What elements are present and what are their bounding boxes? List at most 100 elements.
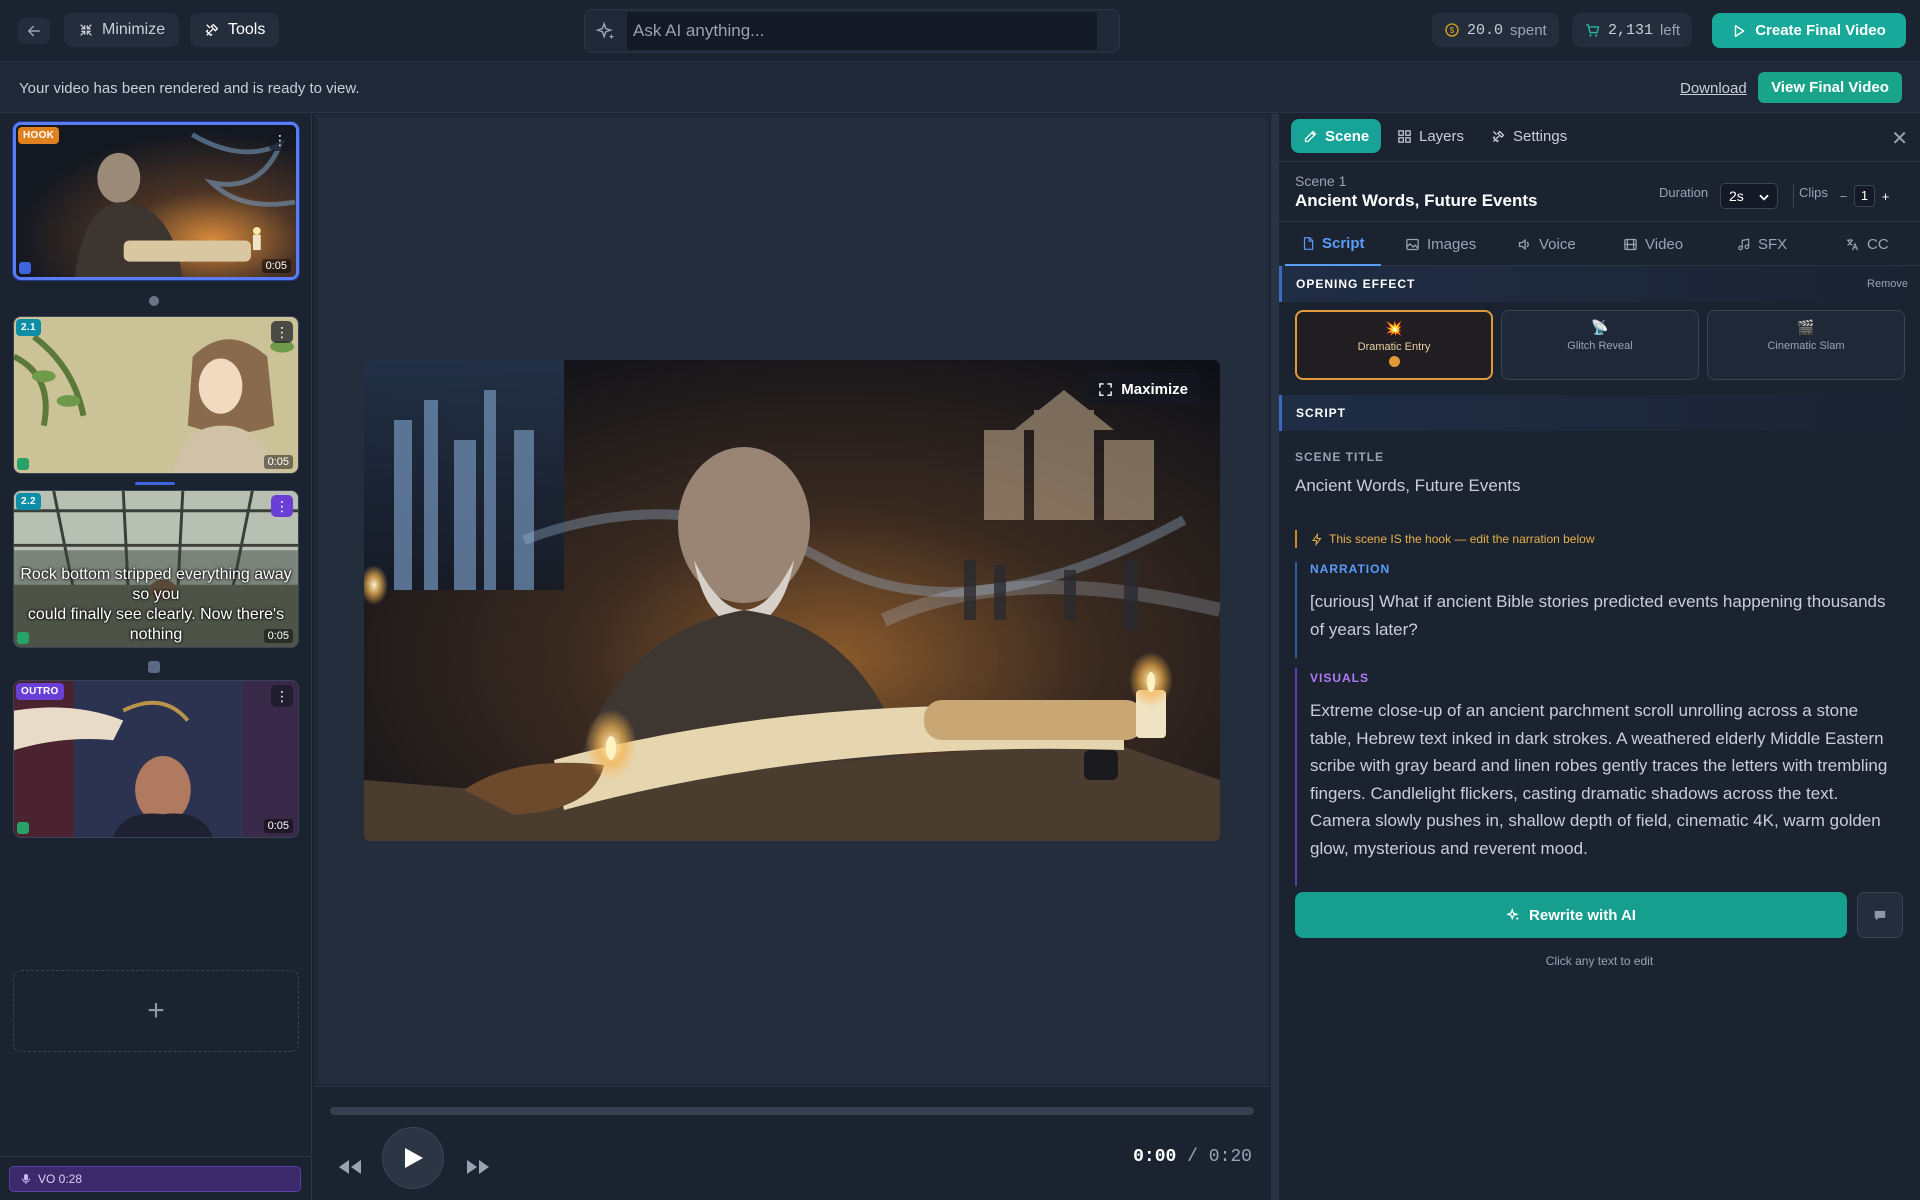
clips-increment-button[interactable]: + xyxy=(1875,189,1896,204)
rewind-icon[interactable] xyxy=(338,1159,362,1175)
tools-button[interactable]: Tools xyxy=(190,13,280,47)
effect-glitch-reveal[interactable]: 📡 Glitch Reveal xyxy=(1501,310,1699,380)
scene-thumbnail-2-1[interactable]: 2.1 ⋮ 0:05 xyxy=(13,316,299,474)
content-subtabs: Script Images Voice Video SFX CC xyxy=(1279,222,1920,266)
remove-effect-button[interactable]: Remove xyxy=(1867,278,1908,290)
close-icon[interactable]: ✕ xyxy=(1891,126,1908,151)
clips-decrement-button[interactable]: − xyxy=(1833,189,1854,204)
script-title: SCRIPT xyxy=(1296,406,1347,420)
tab-layers[interactable]: Layers xyxy=(1385,119,1476,153)
cart-icon xyxy=(1584,22,1601,39)
subtab-sfx-label: SFX xyxy=(1758,235,1788,253)
scene-editor-panel: Scene Layers Settings ✕ Scene 1 Ancient … xyxy=(1279,114,1920,1200)
subtab-images[interactable]: Images xyxy=(1405,222,1476,266)
effect-label: Dramatic Entry xyxy=(1357,341,1431,353)
spent-value: 20.0 xyxy=(1467,21,1504,39)
narration-text[interactable]: [curious] What if ancient Bible stories … xyxy=(1310,588,1895,643)
voiceover-track[interactable]: VO 0:28 xyxy=(9,1166,301,1192)
sparkle-icon xyxy=(1506,907,1521,923)
transition-icon[interactable] xyxy=(148,661,160,673)
back-arrow-icon[interactable] xyxy=(18,18,50,44)
subtab-video[interactable]: Video xyxy=(1623,222,1683,266)
left-value: 2,131 xyxy=(1608,21,1654,39)
tab-scene[interactable]: Scene xyxy=(1291,119,1382,153)
subtab-voice[interactable]: Voice xyxy=(1517,222,1576,266)
scene-tag: HOOK xyxy=(18,127,60,144)
voiceover-label: VO 0:28 xyxy=(38,1172,83,1186)
play-button[interactable] xyxy=(382,1127,444,1189)
scene-menu-button[interactable]: ⋮ xyxy=(271,685,293,707)
scene-duration: 0:05 xyxy=(263,629,293,643)
download-link[interactable]: Download xyxy=(1680,80,1747,97)
scene-caption: Rock bottom stripped everything away so … xyxy=(14,565,298,645)
effect-dramatic-entry[interactable]: 💥 Dramatic Entry xyxy=(1295,310,1493,380)
create-final-video-label: Create Final Video xyxy=(1755,22,1886,39)
subtab-cc-label: CC xyxy=(1867,235,1889,253)
playback-controls: 0:00 / 0:20 xyxy=(314,1086,1270,1200)
scene-name[interactable]: Ancient Words, Future Events xyxy=(1295,191,1537,211)
subtab-voice-label: Voice xyxy=(1539,235,1576,253)
clapperboard-icon: 🎬 xyxy=(1797,319,1815,335)
visuals-text[interactable]: Extreme close-up of an ancient parchment… xyxy=(1310,697,1900,862)
playback-scrubber[interactable] xyxy=(330,1107,1254,1115)
panel-tabs: Scene Layers Settings ✕ xyxy=(1279,114,1920,162)
render-notice-bar: Your video has been rendered and is read… xyxy=(0,63,1920,113)
scene-thumbnail-hook[interactable]: HOOK ⋮ 0:05 xyxy=(13,122,299,280)
time-readout: 0:00 / 0:20 xyxy=(1133,1147,1252,1167)
tools-label: Tools xyxy=(228,21,266,38)
tab-settings[interactable]: Settings xyxy=(1479,119,1579,153)
sparkle-icon xyxy=(595,21,617,43)
scene-title-value[interactable]: Ancient Words, Future Events xyxy=(1295,472,1521,500)
hook-note-text: This scene IS the hook — edit the narrat… xyxy=(1329,532,1595,546)
clips-label: Clips xyxy=(1799,185,1828,200)
chat-button[interactable] xyxy=(1857,892,1903,938)
effect-label: Cinematic Slam xyxy=(1767,340,1845,352)
minimize-button[interactable]: Minimize xyxy=(64,13,180,47)
maximize-label: Maximize xyxy=(1121,380,1188,398)
panel-resize-handle[interactable] xyxy=(1271,114,1279,1200)
rewrite-with-ai-button[interactable]: Rewrite with AI xyxy=(1295,892,1847,938)
scene-connector xyxy=(135,482,175,485)
minimize-label: Minimize xyxy=(102,21,166,38)
scene-menu-button[interactable]: ⋮ xyxy=(271,321,293,343)
scribe-scene-image xyxy=(364,360,1220,841)
add-scene-icon: + xyxy=(147,994,165,1027)
maximize-button[interactable]: Maximize xyxy=(1086,373,1200,405)
scene-thumbnail-outro[interactable]: OUTRO ⋮ 0:05 xyxy=(13,680,299,838)
scene-menu-button[interactable]: ⋮ xyxy=(271,495,293,517)
transition-dot-icon[interactable] xyxy=(149,296,159,306)
ask-ai-bar xyxy=(584,9,1120,53)
duration-select[interactable]: 2s xyxy=(1720,183,1778,209)
subtab-sfx[interactable]: SFX xyxy=(1737,222,1787,266)
add-scene-button[interactable]: + xyxy=(13,970,299,1052)
duration-value: 2s xyxy=(1729,188,1744,204)
scene-duration: 0:05 xyxy=(261,259,291,273)
svg-text:$: $ xyxy=(1450,26,1455,35)
time-current: 0:00 xyxy=(1133,1147,1177,1167)
caption-line-1: Rock bottom stripped everything away so … xyxy=(20,566,292,603)
scene-tag: OUTRO xyxy=(16,683,64,700)
satellite-icon: 📡 xyxy=(1591,319,1609,335)
scene-number: Scene 1 xyxy=(1295,173,1347,189)
credits-left-badge: 2,131 left xyxy=(1572,13,1693,47)
top-bar: Minimize Tools $ 20.0 spent 2,131 left C… xyxy=(0,0,1920,62)
play-outline-icon xyxy=(1732,24,1746,38)
view-final-video-button[interactable]: View Final Video xyxy=(1758,72,1902,103)
play-icon xyxy=(402,1146,424,1170)
scene-tag: 2.2 xyxy=(16,493,41,510)
subtab-cc[interactable]: CC xyxy=(1845,222,1889,266)
ask-ai-input[interactable] xyxy=(627,12,1097,50)
fast-forward-icon[interactable] xyxy=(466,1159,490,1175)
speaker-icon xyxy=(1517,237,1532,252)
create-final-video-button[interactable]: Create Final Video xyxy=(1712,13,1906,48)
subtab-images-label: Images xyxy=(1427,235,1477,253)
subtab-script[interactable]: Script xyxy=(1285,222,1381,266)
scene-menu-button[interactable]: ⋮ xyxy=(269,129,291,151)
scene-thumbnail-2-2[interactable]: 2.2 ⋮ Rock bottom stripped everything aw… xyxy=(13,490,299,648)
effect-cinematic-slam[interactable]: 🎬 Cinematic Slam xyxy=(1707,310,1905,380)
video-type-icon xyxy=(17,822,29,834)
lightning-icon xyxy=(1311,532,1323,546)
clips-stepper: − 1 + xyxy=(1833,183,1898,209)
preview-image[interactable]: Maximize xyxy=(364,360,1220,841)
clips-value[interactable]: 1 xyxy=(1854,185,1875,207)
